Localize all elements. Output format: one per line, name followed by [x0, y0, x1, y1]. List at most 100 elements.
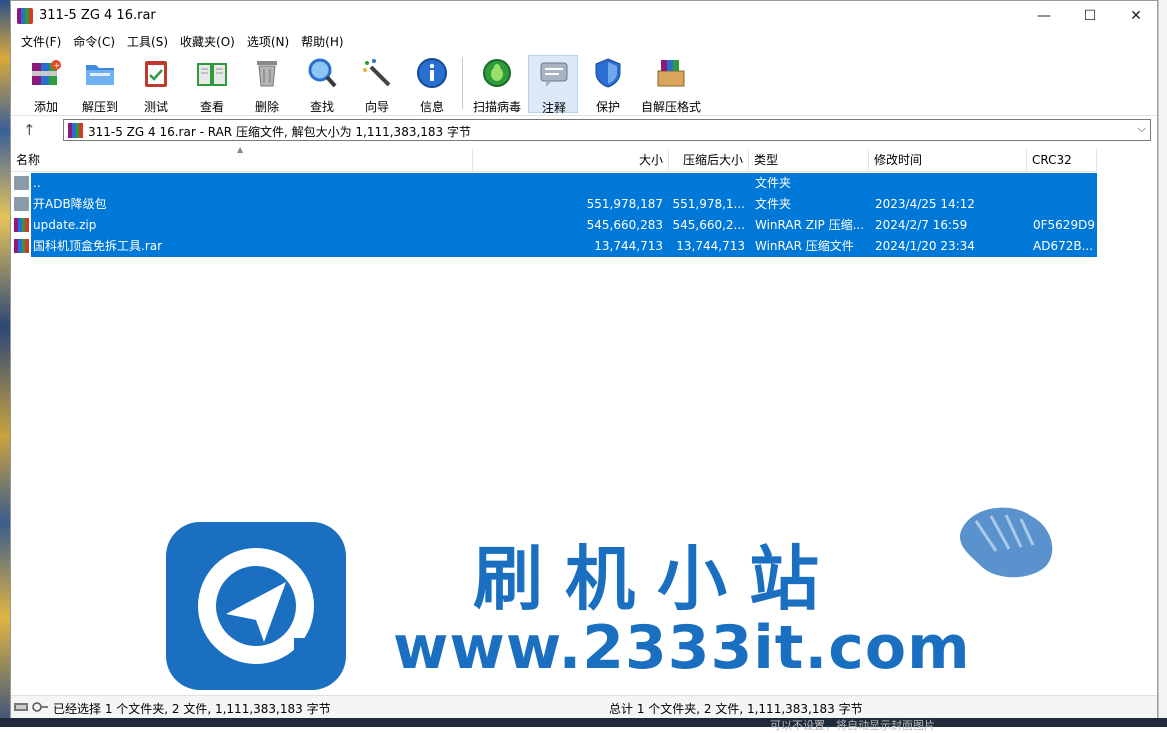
file-crc	[1033, 194, 1097, 215]
sort-ascending-icon: ▲	[237, 145, 244, 154]
archive-icon	[14, 218, 29, 232]
info-button[interactable]: 信息	[407, 55, 457, 114]
file-packed: 551,978,1...	[672, 197, 745, 211]
file-type: WinRAR 压缩文件	[755, 239, 854, 253]
desktop-left-strip	[0, 0, 10, 727]
comment-label: 注释	[541, 101, 566, 115]
comment-icon	[540, 62, 568, 87]
add-archive-icon: +	[32, 60, 61, 85]
sfx-box-icon	[657, 60, 685, 87]
column-type[interactable]: 类型	[749, 149, 869, 171]
file-crc: 0F5629D9	[1033, 218, 1095, 232]
svg-text:+: +	[54, 61, 61, 70]
close-button[interactable]: ✕	[1113, 1, 1159, 31]
extract-to-label: 解压到	[81, 100, 118, 114]
menu-file[interactable]: 文件(F)	[15, 31, 67, 51]
file-packed: 13,744,713	[676, 239, 745, 253]
virus-scan-icon	[483, 59, 511, 87]
table-row[interactable]: 国科机顶盒免拆工具.rar 13,744,713 13,744,713 WinR…	[14, 236, 1097, 257]
protect-button[interactable]: 保护	[583, 55, 633, 114]
test-button[interactable]: 测试	[131, 55, 181, 114]
status-bar: 已经选择 1 个文件夹, 2 文件, 1,111,383,183 字节 总计 1…	[11, 695, 1157, 718]
watermark-title: 刷机小站	[473, 538, 841, 620]
chevron-down-icon[interactable]: ⌵	[1138, 122, 1146, 136]
toolbar-separator	[462, 57, 463, 109]
file-name: ..	[33, 176, 41, 190]
file-name: 国科机顶盒免拆工具.rar	[33, 239, 163, 253]
up-folder-icon[interactable]: ↑	[23, 121, 36, 139]
file-crc: AD672B...	[1033, 239, 1094, 253]
table-row[interactable]: update.zip 545,660,283 545,660,2... WinR…	[14, 215, 1097, 236]
drive-key-icon	[14, 702, 48, 712]
magnifier-icon	[308, 58, 337, 88]
file-crc	[1033, 173, 1097, 194]
find-button[interactable]: 查找	[297, 55, 347, 114]
file-size: 13,744,713	[594, 239, 663, 253]
status-total: 总计 1 个文件夹, 2 文件, 1,111,383,183 字节	[609, 702, 863, 716]
address-bar: ↑ 311-5 ZG 4 16.rar - RAR 压缩文件, 解包大小为 1,…	[11, 117, 1157, 145]
file-type: WinRAR ZIP 压缩...	[755, 218, 865, 232]
info-label: 信息	[419, 100, 444, 114]
test-label: 测试	[143, 100, 168, 114]
status-selected: 已经选择 1 个文件夹, 2 文件, 1,111,383,183 字节	[53, 702, 331, 716]
column-packed[interactable]: 压缩后大小	[669, 149, 749, 171]
archive-icon	[14, 239, 29, 253]
file-modified: 2024/2/7 16:59	[875, 218, 968, 232]
column-size[interactable]: 大小	[473, 149, 669, 171]
menu-commands[interactable]: 命令(C)	[67, 31, 121, 51]
desktop-bottom-text: 可以不设置，将自动显示封面图片	[770, 719, 935, 732]
protect-label: 保护	[595, 100, 620, 114]
folder-icon	[14, 176, 29, 190]
winrar-app-icon	[17, 8, 33, 24]
file-type: 文件夹	[755, 176, 792, 190]
find-label: 查找	[309, 100, 334, 114]
rar-file-icon	[68, 123, 83, 138]
book-icon	[197, 63, 227, 86]
watermark-url: www.2333it.com	[393, 613, 971, 683]
shield-icon	[595, 58, 621, 88]
menu-options[interactable]: 选项(N)	[241, 31, 295, 51]
delete-button[interactable]: 删除	[242, 55, 292, 114]
table-row[interactable]: .. 文件夹	[14, 173, 1097, 194]
column-modified[interactable]: 修改时间	[869, 149, 1027, 171]
menu-bar: 文件(F) 命令(C) 工具(S) 收藏夹(O) 选项(N) 帮助(H)	[11, 31, 1157, 51]
watermark-hand-icon	[960, 507, 1053, 578]
menu-tools[interactable]: 工具(S)	[121, 31, 174, 51]
file-rows: .. 文件夹 开ADB降级包 551,978,187 551,978,1... …	[14, 173, 1097, 257]
address-text: 311-5 ZG 4 16.rar - RAR 压缩文件, 解包大小为 1,11…	[88, 125, 471, 139]
minimize-button[interactable]: —	[1021, 1, 1067, 31]
maximize-button[interactable]: ☐	[1067, 1, 1113, 31]
wizard-button[interactable]: 向导	[352, 55, 402, 114]
desktop-bottom-strip	[0, 718, 1167, 727]
menu-favorites[interactable]: 收藏夹(O)	[174, 31, 241, 51]
comment-button[interactable]: 注释	[528, 55, 578, 115]
file-name: update.zip	[33, 218, 97, 232]
add-label: 添加	[33, 100, 58, 114]
title-bar[interactable]: 311-5 ZG 4 16.rar — ☐ ✕	[11, 1, 1157, 31]
file-modified: 2023/4/25 14:12	[875, 197, 975, 211]
file-modified: 2024/1/20 23:34	[875, 239, 975, 253]
clipboard-check-icon	[145, 61, 167, 87]
scan-virus-button[interactable]: 扫描病毒	[472, 55, 522, 114]
file-size: 545,660,283	[586, 218, 663, 232]
column-header: 名称 ▲ 大小 压缩后大小 类型 修改时间 CRC32	[11, 145, 1097, 172]
file-size	[473, 173, 663, 194]
view-label: 查看	[199, 100, 224, 114]
view-button[interactable]: 查看	[187, 55, 237, 114]
magic-wand-icon	[363, 59, 391, 87]
file-type: 文件夹	[755, 197, 792, 211]
address-field[interactable]: 311-5 ZG 4 16.rar - RAR 压缩文件, 解包大小为 1,11…	[63, 119, 1151, 141]
menu-help[interactable]: 帮助(H)	[295, 31, 349, 51]
sfx-button[interactable]: 自解压格式	[641, 55, 701, 114]
column-crc[interactable]: CRC32	[1027, 149, 1097, 171]
scan-virus-label: 扫描病毒	[472, 100, 521, 114]
folder-extract-icon	[86, 65, 114, 85]
add-button[interactable]: + 添加	[21, 55, 71, 114]
info-icon	[417, 58, 447, 88]
table-row[interactable]: 开ADB降级包 551,978,187 551,978,1... 文件夹 202…	[14, 194, 1097, 215]
toolbar: + 添加 解压到 测试 查看 删除 查找 向导 信息 扫描病毒 注释 保护 自解…	[11, 51, 1157, 116]
watermark-logo-icon	[166, 522, 346, 690]
extract-to-button[interactable]: 解压到	[75, 55, 125, 114]
delete-label: 删除	[254, 100, 279, 114]
folder-icon	[14, 197, 29, 211]
